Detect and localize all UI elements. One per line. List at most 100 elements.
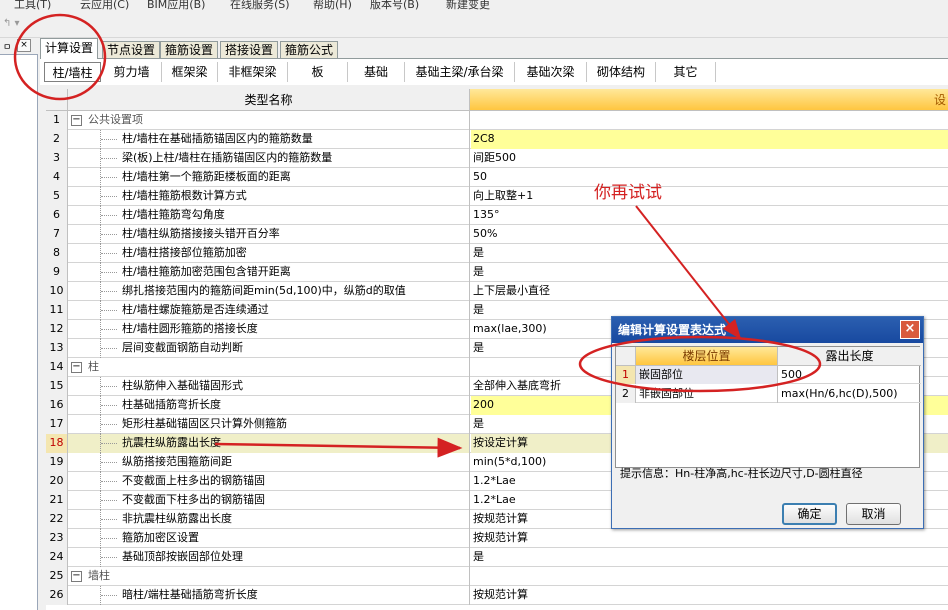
collapse-icon[interactable]: − [71,115,82,126]
cell-value[interactable]: 按规范计算 [471,586,948,605]
tab-other[interactable]: 其它 [656,62,716,82]
menu-help[interactable]: 帮助(H) [313,0,352,10]
menu-version[interactable]: 版本号(B) [370,0,419,10]
menu-new-change[interactable]: 新建变更 [446,0,490,10]
cell-name: 柱/墙柱搭接部位箍筋加密 [68,244,470,263]
cell-name-text: 层间变截面钢筋自动判断 [122,341,243,354]
cell-name-text: 箍筋加密区设置 [122,531,199,544]
dialog-tip: 提示信息：Hn-柱净高,hc-柱长边尺寸,D-圆柱直径 [620,467,863,480]
cell-value[interactable]: 是 [471,548,948,567]
tab-foundation-secondary-beam[interactable]: 基础次梁 [515,62,587,82]
grid-corner [46,89,68,111]
close-icon[interactable]: × [17,39,31,52]
cell-value[interactable]: 135° [471,206,948,225]
tab-stirrup-formula[interactable]: 箍筋公式 [280,41,339,59]
table-row[interactable]: 7 柱/墙柱纵筋搭接接头错开百分率 50% [46,225,948,244]
tree-line [100,529,118,548]
group-row[interactable]: 1− 公共设置项 [46,111,948,130]
cell-value[interactable]: 是 [471,244,948,263]
group-row[interactable]: 25− 墙柱 [46,567,948,586]
cell-name-text: 柱/墙柱在基础插筋锚固区内的箍筋数量 [122,132,313,145]
dialog-close-icon[interactable]: × [900,320,920,339]
undo-icon[interactable]: ↰ ▾ [3,18,20,29]
tab-shear-wall[interactable]: 剪力墙 [102,62,162,82]
tab-foundation-main-beam[interactable]: 基础主梁/承台梁 [405,62,515,82]
menu-cloud[interactable]: 云应用(C) [80,0,129,10]
row-number: 15 [46,377,68,396]
cell-name-text: 基础顶部按嵌固部位处理 [122,550,243,563]
menu-online[interactable]: 在线服务(S) [230,0,290,10]
tab-slab[interactable]: 板 [288,62,348,82]
cancel-button[interactable]: 取消 [846,503,901,525]
header-type-name: 类型名称 [68,89,470,111]
cell-name: 柱纵筋伸入基础锚固形式 [68,377,470,396]
cell-name: 基础顶部按嵌固部位处理 [68,548,470,567]
table-row[interactable]: 9 柱/墙柱箍筋加密范围包含错开距离 是 [46,263,948,282]
left-panel-header: ㅁ × [0,38,38,55]
cell-value[interactable]: 50% [471,225,948,244]
dialog-header-exposed-length: 露出长度 [778,347,921,366]
dialog-row[interactable]: 2 非嵌固部位 max(Hn/6,hc(D),500) [616,385,921,403]
cell-value[interactable]: 向上取整+1 [471,187,948,206]
dialog-cell-length[interactable]: 500 [778,366,920,384]
pin-icon[interactable]: ㅁ [3,40,11,53]
dialog-row[interactable]: 1 嵌固部位 500 [616,366,921,384]
tree-line [100,301,118,320]
tab-node-settings[interactable]: 节点设置 [102,41,161,59]
row-number: 20 [46,472,68,491]
tree-line [100,168,118,187]
cell-name-text: 柱/墙柱箍筋弯勾角度 [122,208,225,221]
ok-button[interactable]: 确定 [782,503,837,525]
tree-line [100,377,118,396]
tab-frame-beam[interactable]: 框架梁 [162,62,218,82]
collapse-icon[interactable]: − [71,362,82,373]
table-row[interactable]: 5 柱/墙柱箍筋根数计算方式 向上取整+1 [46,187,948,206]
cell-value[interactable]: 间距500 [471,149,948,168]
cell-value[interactable]: 是 [471,263,948,282]
cell-value[interactable]: 2C8 [471,130,948,149]
cell-name: − 柱 [68,358,470,377]
dialog-grid: 楼层位置 露出长度 1 嵌固部位 500 2 非嵌固部位 max(Hn/6,hc… [615,346,921,468]
tab-column[interactable]: 柱/墙柱 [44,62,101,82]
cell-value[interactable]: 上下层最小直径 [471,282,948,301]
cell-value[interactable]: 50 [471,168,948,187]
sub-tabs: 柱/墙柱 剪力墙 框架梁 非框架梁 板 基础 基础主梁/承台梁 基础次梁 砌体结… [40,58,948,85]
cell-value[interactable] [471,567,948,586]
cell-name: 纵筋搭接范围箍筋间距 [68,453,470,472]
dialog-cell-length[interactable]: max(Hn/6,hc(D),500) [778,385,920,403]
cell-name-text: 公共设置项 [88,113,143,126]
table-row[interactable]: 26 暗柱/端柱基础插筋弯折长度 按规范计算 [46,586,948,605]
table-row[interactable]: 23 箍筋加密区设置 按规范计算 [46,529,948,548]
tab-lap-settings[interactable]: 搭接设置 [220,41,279,59]
table-row[interactable]: 6 柱/墙柱箍筋弯勾角度 135° [46,206,948,225]
menu-tools[interactable]: 工具(T) [14,0,51,10]
menu-bim[interactable]: BIM应用(B) [147,0,205,10]
cell-name-text: 不变截面下柱多出的钢筋锚固 [122,493,265,506]
table-row[interactable]: 10 绑扎搭接范围内的箍筋间距min(5d,100)中，纵筋d的取值 上下层最小直径 [46,282,948,301]
dialog-cell-position[interactable]: 非嵌固部位 [636,385,778,403]
tab-calc-settings[interactable]: 计算设置 [40,38,99,59]
tree-line [100,396,118,415]
cell-name-text: 柱/墙柱箍筋加密范围包含错开距离 [122,265,291,278]
table-row[interactable]: 24 基础顶部按嵌固部位处理 是 [46,548,948,567]
row-number: 2 [46,130,68,149]
table-row[interactable]: 3 梁(板)上柱/墙柱在插筋锚固区内的箍筋数量 间距500 [46,149,948,168]
cell-name-text: 柱/墙柱箍筋根数计算方式 [122,189,247,202]
menu-bar: 工具(T) 云应用(C) BIM应用(B) 在线服务(S) 帮助(H) 版本号(… [0,0,948,10]
tab-non-frame-beam[interactable]: 非框架梁 [218,62,288,82]
dialog-header-floor-position: 楼层位置 [636,347,778,366]
table-row[interactable]: 2 柱/墙柱在基础插筋锚固区内的箍筋数量 2C8 [46,130,948,149]
cell-value[interactable] [471,111,948,130]
tree-line [100,320,118,339]
table-row[interactable]: 8 柱/墙柱搭接部位箍筋加密 是 [46,244,948,263]
table-row[interactable]: 4 柱/墙柱第一个箍筋距楼板面的距离 50 [46,168,948,187]
cell-name-text: 抗震柱纵筋露出长度 [122,436,221,449]
row-number: 8 [46,244,68,263]
row-number: 6 [46,206,68,225]
dialog-cell-position[interactable]: 嵌固部位 [636,366,778,384]
cell-value[interactable]: 按规范计算 [471,529,948,548]
tab-foundation[interactable]: 基础 [348,62,405,82]
tab-masonry[interactable]: 砌体结构 [587,62,656,82]
tab-stirrup-settings[interactable]: 箍筋设置 [160,41,219,59]
collapse-icon[interactable]: − [71,571,82,582]
